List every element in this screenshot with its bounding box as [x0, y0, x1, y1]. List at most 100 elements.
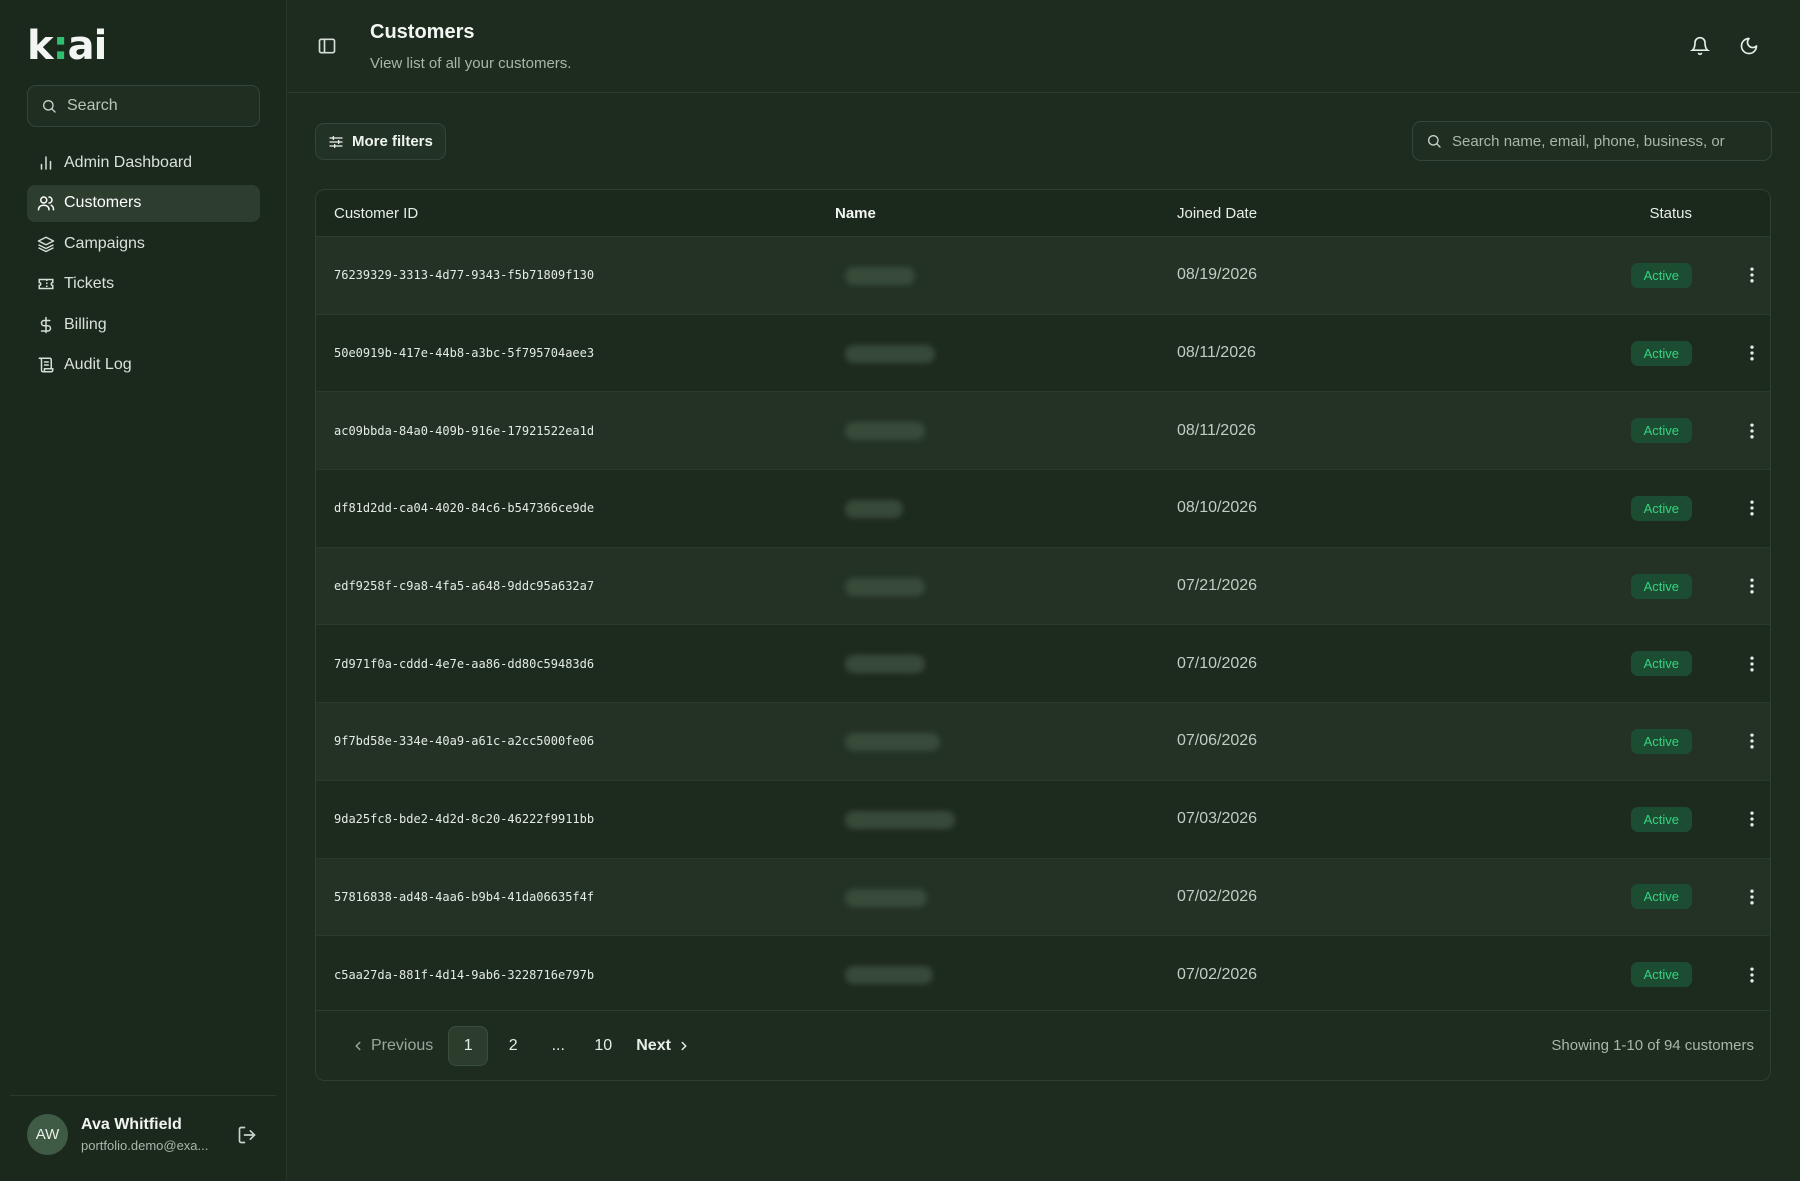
sidebar: k:ai Admin Dashboard Customers Campaigns…: [0, 0, 287, 1181]
more-vertical-icon[interactable]: [1742, 809, 1762, 829]
more-vertical-icon[interactable]: [1742, 343, 1762, 363]
user-email: portfolio.demo@exa...: [81, 1138, 209, 1153]
customer-id-cell: 9da25fc8-bde2-4d2d-8c20-46222f9911bb: [334, 812, 595, 827]
bar-chart-icon: [37, 154, 55, 172]
sidebar-item-tickets[interactable]: Tickets: [27, 266, 260, 303]
joined-date-cell: 08/11/2026: [1177, 344, 1256, 362]
status-badge: Active: [1630, 651, 1692, 677]
name-cell-redacted: [835, 315, 1177, 392]
table-body: 76239329-3313-4d77-9343-f5b71809f130 08/…: [316, 237, 1770, 1014]
user-name: Ava Whitfield: [81, 1116, 182, 1133]
customer-search-input[interactable]: [1452, 132, 1762, 150]
sidebar-item-label: Audit Log: [64, 356, 132, 373]
name-cell-redacted: [835, 859, 1177, 936]
more-vertical-icon[interactable]: [1742, 498, 1762, 518]
customer-id-cell: df81d2dd-ca04-4020-84c6-b547366ce9de: [334, 501, 595, 516]
ticket-icon: [37, 275, 55, 293]
users-icon: [37, 194, 55, 212]
page-button-1[interactable]: 1: [448, 1025, 489, 1066]
joined-date-cell: 07/02/2026: [1177, 965, 1258, 983]
table-row[interactable]: 9da25fc8-bde2-4d2d-8c20-46222f9911bb 07/…: [316, 780, 1770, 859]
customer-id-cell: 50e0919b-417e-44b8-a3bc-5f795704aee3: [334, 346, 595, 361]
table-row[interactable]: 9f7bd58e-334e-40a9-a61c-a2cc5000fe06 07/…: [316, 703, 1770, 781]
next-page-button[interactable]: Next: [636, 1026, 691, 1066]
more-vertical-icon[interactable]: [1742, 576, 1762, 596]
layers-icon: [37, 235, 55, 253]
user-info: Ava Whitfield portfolio.demo@exa...: [81, 1116, 221, 1153]
more-vertical-icon[interactable]: [1742, 265, 1762, 285]
name-cell-redacted: [835, 781, 1177, 858]
page-title: Customers: [370, 21, 475, 43]
name-cell-redacted: [835, 237, 1177, 314]
table-row[interactable]: c5aa27da-881f-4d14-9ab6-3228716e797b 07/…: [316, 936, 1770, 1014]
next-label: Next: [636, 1036, 671, 1054]
more-filters-label: More filters: [352, 133, 433, 150]
sidebar-item-customers[interactable]: Customers: [27, 184, 260, 222]
sidebar-item-label: Admin Dashboard: [64, 153, 193, 171]
column-header-joined-date[interactable]: Joined Date: [1177, 205, 1572, 222]
table-row[interactable]: 57816838-ad48-4aa6-b9b4-41da06635f4f 07/…: [316, 858, 1770, 937]
status-badge: Active: [1630, 340, 1692, 366]
status-badge: Active: [1630, 884, 1692, 910]
customer-id-cell: 57816838-ad48-4aa6-b9b4-41da06635f4f: [334, 889, 595, 904]
status-badge: Active: [1630, 962, 1692, 988]
customer-id-cell: 76239329-3313-4d77-9343-f5b71809f130: [334, 268, 595, 283]
table-row[interactable]: 76239329-3313-4d77-9343-f5b71809f130 08/…: [316, 237, 1770, 315]
joined-date-cell: 08/10/2026: [1177, 499, 1258, 517]
more-vertical-icon[interactable]: [1742, 654, 1762, 674]
table-row[interactable]: 50e0919b-417e-44b8-a3bc-5f795704aee3 08/…: [316, 314, 1770, 393]
status-badge: Active: [1630, 806, 1692, 832]
name-cell-redacted: [835, 936, 1177, 1013]
column-header-name[interactable]: Name: [835, 205, 1177, 222]
sidebar-item-label: Tickets: [64, 275, 115, 292]
dollar-icon: [37, 316, 55, 334]
bell-icon[interactable]: [1690, 36, 1710, 56]
user-panel: AW Ava Whitfield portfolio.demo@exa...: [10, 1095, 276, 1155]
more-filters-button[interactable]: More filters: [315, 123, 446, 160]
sidebar-item-admin-dashboard[interactable]: Admin Dashboard: [27, 144, 260, 181]
page-button-10[interactable]: 10: [583, 1026, 623, 1066]
pagination-info: Showing 1-10 of 94 customers: [1551, 1037, 1754, 1054]
sidebar-item-label: Campaigns: [64, 234, 145, 252]
page-button-2[interactable]: 2: [493, 1026, 533, 1066]
more-vertical-icon[interactable]: [1742, 731, 1762, 751]
moon-icon[interactable]: [1739, 36, 1759, 56]
sidebar-toggle-icon[interactable]: [317, 36, 337, 56]
app-logo[interactable]: k:ai: [27, 24, 107, 68]
previous-label: Previous: [371, 1036, 434, 1054]
joined-date-cell: 07/06/2026: [1177, 732, 1258, 750]
joined-date-cell: 08/11/2026: [1177, 421, 1256, 439]
chevron-right-icon: [681, 1041, 687, 1050]
column-header-status[interactable]: Status: [1572, 205, 1692, 222]
more-vertical-icon[interactable]: [1742, 887, 1762, 907]
logout-icon[interactable]: [237, 1125, 257, 1145]
joined-date-cell: 07/03/2026: [1177, 810, 1258, 828]
customer-search[interactable]: [1412, 121, 1772, 161]
more-vertical-icon[interactable]: [1742, 965, 1762, 985]
avatar[interactable]: AW: [27, 1114, 68, 1155]
table-row[interactable]: df81d2dd-ca04-4020-84c6-b547366ce9de 08/…: [316, 470, 1770, 548]
sidebar-nav: Admin Dashboard Customers Campaigns Tick…: [27, 144, 260, 387]
sidebar-item-billing[interactable]: Billing: [27, 306, 260, 343]
search-icon: [43, 100, 56, 113]
sidebar-item-campaigns[interactable]: Campaigns: [27, 225, 260, 262]
table-row[interactable]: ac09bbda-84a0-409b-916e-17921522ea1d 08/…: [316, 392, 1770, 471]
table-row[interactable]: 7d971f0a-cddd-4e7e-aa86-dd80c59483d6 07/…: [316, 625, 1770, 704]
status-badge: Active: [1630, 418, 1692, 444]
name-cell-redacted: [835, 625, 1177, 702]
sidebar-search[interactable]: [27, 85, 260, 127]
sidebar-search-input[interactable]: [67, 97, 247, 115]
previous-page-button[interactable]: Previous: [351, 1026, 433, 1066]
status-badge: Active: [1630, 728, 1692, 754]
customer-id-cell: 9f7bd58e-334e-40a9-a61c-a2cc5000fe06: [334, 734, 595, 749]
table-row[interactable]: edf9258f-c9a8-4fa5-a648-9ddc95a632a7 07/…: [316, 547, 1770, 626]
sidebar-item-audit-log[interactable]: Audit Log: [27, 347, 260, 384]
sidebar-item-label: Billing: [64, 315, 107, 333]
joined-date-cell: 07/10/2026: [1177, 654, 1258, 672]
joined-date-cell: 07/21/2026: [1177, 577, 1258, 595]
column-header-customer-id[interactable]: Customer ID: [316, 205, 835, 222]
name-cell-redacted: [835, 703, 1177, 780]
more-vertical-icon[interactable]: [1742, 421, 1762, 441]
name-cell-redacted: [835, 392, 1177, 469]
pagination: Previous 1 2 ... 10 Next Showing 1-10 of…: [316, 1010, 1770, 1080]
